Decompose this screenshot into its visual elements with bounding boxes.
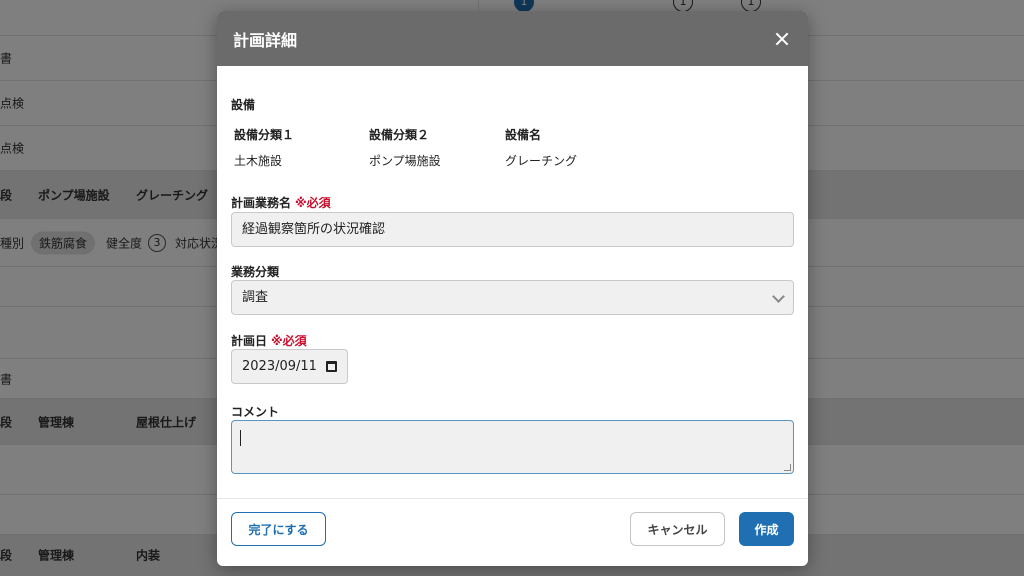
equipment-section-label: 設備	[231, 98, 256, 112]
equipment-category1-value: 土木施設	[234, 154, 283, 168]
create-button[interactable]: 作成	[739, 512, 794, 546]
date-input[interactable]: 2023/09/11	[231, 349, 348, 384]
equipment-name-value: グレーチング	[505, 154, 578, 168]
complete-button[interactable]: 完了にする	[231, 512, 326, 546]
calendar-icon[interactable]	[326, 361, 337, 372]
resize-handle[interactable]	[784, 464, 791, 471]
close-icon[interactable]	[772, 29, 792, 49]
equipment-name: 設備名 グレーチング	[505, 126, 577, 169]
modal-title: 計画詳細	[233, 30, 298, 50]
modal-body: 設備 設備分類１ 土木施設 設備分類２ ポンプ場施設 設備名 グレーチング 計画…	[217, 66, 808, 499]
comment-textarea[interactable]	[231, 420, 794, 474]
category-select-value: 調査	[242, 290, 269, 305]
required-badge: ※必須	[295, 196, 331, 210]
date-value: 2023/09/11	[242, 359, 317, 374]
plan-name-input[interactable]: 経過観察箇所の状況確認	[231, 212, 794, 247]
comment-label: コメント	[231, 405, 280, 419]
required-badge: ※必須	[271, 334, 307, 348]
equipment-category1: 設備分類１ 土木施設	[234, 126, 294, 169]
equipment-category2-value: ポンプ場施設	[369, 154, 441, 168]
category-select[interactable]: 調査	[231, 280, 794, 315]
date-label: 計画日 ※必須	[231, 334, 307, 348]
text-cursor	[240, 430, 241, 446]
equipment-category2: 設備分類２ ポンプ場施設	[369, 126, 441, 169]
equipment-category1-header: 設備分類１	[234, 128, 295, 142]
equipment-category2-header: 設備分類２	[369, 128, 430, 142]
equipment-name-header: 設備名	[505, 128, 542, 142]
chevron-down-icon	[772, 290, 785, 303]
modal-header: 計画詳細	[217, 11, 808, 66]
category-label: 業務分類	[231, 265, 280, 279]
modal-footer: 完了にする キャンセル 作成	[217, 500, 808, 566]
cancel-button[interactable]: キャンセル	[630, 512, 725, 546]
plan-detail-modal: 計画詳細 設備 設備分類１ 土木施設 設備分類２ ポンプ場施設 設備名 グレーチ…	[217, 11, 808, 566]
plan-name-label: 計画業務名 ※必須	[231, 196, 331, 210]
